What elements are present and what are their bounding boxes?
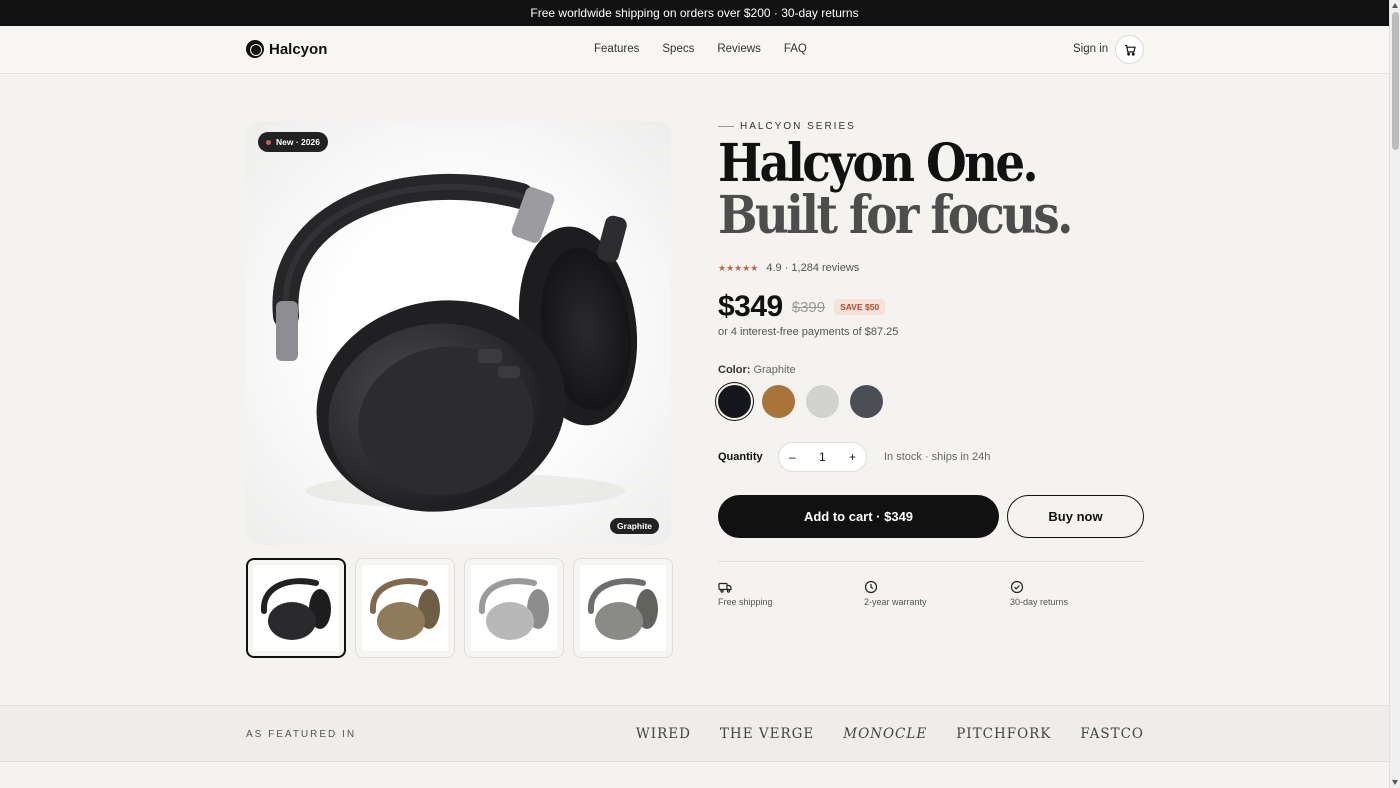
rating-text: 4.9 · 1,284 reviews (766, 262, 860, 274)
brand-name: Halcyon (269, 40, 328, 58)
series-eyebrow: HALCYON SERIES (718, 121, 856, 132)
swatch-silver[interactable] (806, 385, 839, 418)
nav-link-features[interactable]: Features (594, 43, 639, 55)
quantity-value[interactable]: 1 (819, 450, 826, 464)
buy-now-button[interactable]: Buy now (1007, 495, 1144, 538)
installments-text: or 4 interest-free payments of $87.25 (718, 326, 899, 338)
stock-status: In stock · ships in 24h (884, 451, 991, 463)
thumbnail-image (260, 578, 331, 640)
site-header: Halcyon Features Specs Reviews FAQ Sign … (0, 26, 1389, 74)
add-to-cart-button[interactable]: Add to cart · $349 (718, 495, 999, 538)
sign-in-link[interactable]: Sign in (1073, 43, 1108, 55)
nav-link-specs[interactable]: Specs (662, 43, 694, 55)
check-circle-icon (1010, 580, 1024, 594)
publication-pitchfork: PITCHFORK (956, 726, 1052, 742)
divider (718, 561, 1144, 562)
perk-free-shipping: Free shipping (718, 580, 773, 607)
scroll-down-arrow-icon[interactable] (1392, 780, 1398, 785)
thumbnail-strip (246, 558, 673, 658)
selected-color: Graphite (753, 364, 796, 376)
thumbnail-slate[interactable] (573, 558, 673, 658)
publication-fastco: FASTCO (1080, 726, 1144, 742)
thumbnail-silver[interactable] (464, 558, 564, 658)
featured-in-strip: AS FEATURED IN WIRED THE VERGE MONOCLE P… (0, 705, 1389, 762)
scroll-up-arrow-icon[interactable] (1392, 3, 1398, 8)
rating-row[interactable]: ★★★★★ 4.9 · 1,284 reviews (718, 262, 859, 274)
page-scrollbar[interactable] (1389, 0, 1400, 788)
cart-button[interactable] (1115, 35, 1144, 64)
publication-monocle: MONOCLE (843, 726, 928, 742)
increment-button[interactable]: + (849, 450, 856, 464)
thumbnail-graphite[interactable] (246, 558, 346, 658)
quantity-stepper: – 1 + (778, 442, 867, 472)
publication-the-verge: THE VERGE (719, 726, 815, 742)
product-main-image[interactable]: New · 2026 Graphite (246, 121, 671, 545)
cart-icon (1124, 44, 1136, 56)
headphones-image (272, 173, 638, 512)
thumbnail-image (587, 578, 658, 640)
thumbnail-image (478, 578, 549, 640)
swatch-slate[interactable] (850, 385, 883, 418)
main-nav: Features Specs Reviews FAQ (594, 43, 807, 55)
publication-wired: WIRED (635, 726, 691, 742)
featured-label: AS FEATURED IN (246, 729, 357, 740)
scrollbar-thumb[interactable] (1392, 12, 1399, 150)
perk-returns: 30-day returns (1010, 580, 1068, 607)
brand-logo[interactable]: Halcyon (246, 40, 327, 58)
swatch-graphite[interactable] (718, 385, 751, 418)
thumbnail-bronze[interactable] (355, 558, 455, 658)
announcement-text: Free worldwide shipping on orders over $… (530, 6, 859, 20)
color-tag: Graphite (610, 518, 659, 534)
decrement-button[interactable]: – (789, 450, 796, 464)
truck-icon (718, 582, 732, 593)
current-price: $349 (718, 290, 783, 323)
logo-icon (246, 40, 264, 58)
star-rating-icon: ★★★★★ (718, 262, 759, 273)
nav-link-reviews[interactable]: Reviews (717, 43, 760, 55)
price-row: $349 $399 SAVE $50 (718, 290, 886, 324)
clock-icon (864, 580, 878, 594)
color-swatches (718, 385, 883, 418)
original-price: $399 (791, 298, 826, 316)
badge-dot-icon (266, 139, 271, 145)
quantity-label: Quantity (718, 451, 763, 463)
new-badge: New · 2026 (258, 132, 328, 152)
nav-link-faq[interactable]: FAQ (784, 43, 807, 55)
thumbnail-image (369, 578, 440, 640)
swatch-bronze[interactable] (762, 385, 795, 418)
color-label: Color: Graphite (718, 364, 796, 376)
announcement-bar: Free worldwide shipping on orders over $… (0, 0, 1389, 26)
title-line-2: Built for focus. (718, 185, 1073, 246)
perk-warranty: 2-year warranty (864, 580, 927, 607)
save-badge: SAVE $50 (834, 299, 886, 315)
publication-list: WIRED THE VERGE MONOCLE PITCHFORK FASTCO (636, 726, 1144, 742)
product-title: Halcyon One. Built for focus. (718, 138, 1073, 242)
